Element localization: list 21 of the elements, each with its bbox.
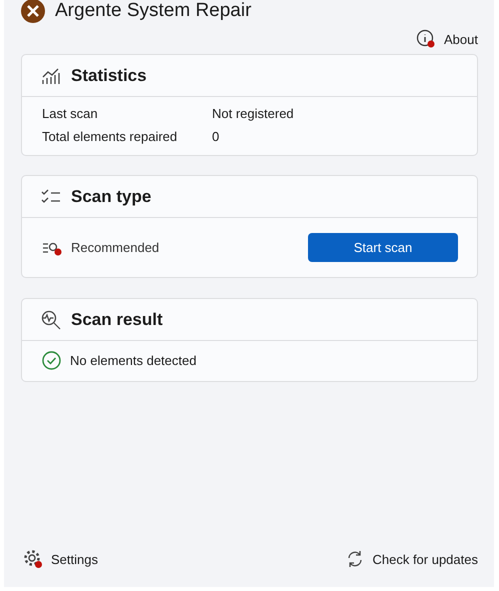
stat-label: Total elements repaired — [42, 129, 178, 144]
settings-icon — [23, 549, 43, 569]
about-link[interactable]: About — [416, 29, 478, 49]
stat-value: Not registered — [212, 106, 295, 121]
card-title: Scan type — [71, 186, 152, 206]
start-scan-button[interactable]: Start scan — [308, 233, 458, 262]
chart-icon — [41, 66, 61, 84]
scan-option: Recommended — [71, 240, 160, 255]
refresh-icon — [346, 550, 364, 568]
check-circle-icon — [42, 351, 61, 370]
card-title: Statistics — [71, 66, 147, 86]
settings-link[interactable]: Settings — [23, 549, 98, 569]
checklist-icon — [41, 188, 61, 206]
result-message: No elements detected — [70, 353, 196, 368]
info-icon — [416, 29, 436, 49]
window-title: Argente System Repair — [55, 0, 252, 22]
card-title: Scan result — [71, 310, 163, 330]
stat-value: 0 — [212, 129, 220, 144]
search-pulse-icon — [41, 310, 61, 330]
check-updates-link[interactable]: Check for updates — [346, 550, 478, 568]
stat-label: Last scan — [42, 106, 99, 121]
